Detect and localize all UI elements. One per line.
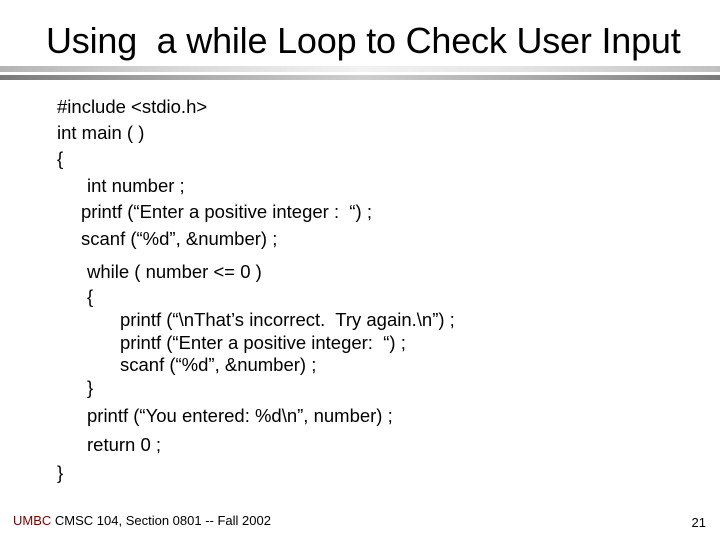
footer-course-info: UMBC CMSC 104, Section 0801 -- Fall 2002 [13,513,271,529]
code-line-declare-number: int number ; [87,175,185,196]
code-line-main: int main ( ) [57,122,145,143]
code-line-reprompt: printf (“Enter a positive integer: “) ; [120,332,406,353]
code-line-close-brace: } [57,462,64,483]
slide-page-number: 21 [691,515,706,530]
title-divider-top [0,66,720,72]
code-line-scanf: scanf (“%d”, &number) ; [81,228,278,249]
footer-brand: UMBC [13,513,52,528]
code-line-prompt: printf (“Enter a positive integer : “) ; [81,201,372,222]
code-line-return: return 0 ; [87,434,162,455]
footer-course: CMSC 104, Section 0801 -- Fall 2002 [51,513,271,528]
code-line-while-open-brace: { [87,286,94,307]
code-line-error-msg: printf (“\nThat’s incorrect. Try again.\… [120,309,455,330]
code-line-while-close-brace: } [87,377,94,398]
title-divider-bottom [0,75,720,80]
code-line-while: while ( number <= 0 ) [87,261,262,282]
code-line-include: #include <stdio.h> [57,96,208,117]
code-line-rescanf: scanf (“%d”, &number) ; [120,354,317,375]
slide-title: Using a while Loop to Check User Input [46,20,681,61]
code-line-print-result: printf (“You entered: %d\n”, number) ; [87,405,393,426]
code-line-open-brace: { [57,148,64,169]
